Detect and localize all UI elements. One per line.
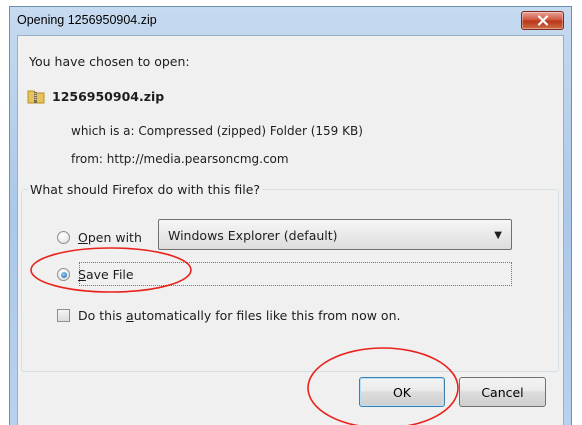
auto-action-checkbox[interactable] xyxy=(57,309,70,322)
file-source-info: from: http://media.pearsoncmg.com xyxy=(71,152,289,166)
ok-button[interactable]: OK xyxy=(359,377,445,407)
chevron-down-icon: ▼ xyxy=(494,230,502,241)
save-file-label[interactable]: Save File xyxy=(78,267,134,282)
open-with-app-select[interactable]: Windows Explorer (default) ▼ xyxy=(158,219,512,250)
close-icon xyxy=(537,15,548,26)
chosen-to-open-label: You have chosen to open: xyxy=(29,54,190,69)
auto-action-label[interactable]: Do this automatically for files like thi… xyxy=(78,308,400,323)
save-file-radio-option[interactable]: Save File xyxy=(57,267,134,282)
open-with-app-value: Windows Explorer (default) xyxy=(168,228,338,243)
auto-action-checkbox-row[interactable]: Do this automatically for files like thi… xyxy=(57,308,400,323)
groupbox-legend: What should Firefox do with this file? xyxy=(28,182,263,197)
action-groupbox: What should Firefox do with this file? O… xyxy=(21,182,559,372)
cancel-button[interactable]: Cancel xyxy=(459,377,546,407)
download-dialog: Opening 1256950904.zip You have chosen t… xyxy=(9,6,572,425)
open-with-radio-option[interactable]: Open with xyxy=(57,230,142,245)
open-with-radio[interactable] xyxy=(57,231,70,244)
save-file-focus-rect xyxy=(79,262,512,286)
file-type-info: which is a: Compressed (zipped) Folder (… xyxy=(71,124,363,138)
zip-folder-icon xyxy=(27,90,45,104)
title-bar[interactable]: Opening 1256950904.zip xyxy=(10,7,571,35)
file-row: 1256950904.zip xyxy=(27,88,164,104)
save-file-radio[interactable] xyxy=(57,268,70,281)
window-title: Opening 1256950904.zip xyxy=(17,13,157,27)
dialog-body: You have chosen to open: 1256950904.zip … xyxy=(17,35,564,425)
file-name: 1256950904.zip xyxy=(52,88,165,104)
close-button[interactable] xyxy=(521,11,564,30)
open-with-label[interactable]: Open with xyxy=(78,230,142,245)
